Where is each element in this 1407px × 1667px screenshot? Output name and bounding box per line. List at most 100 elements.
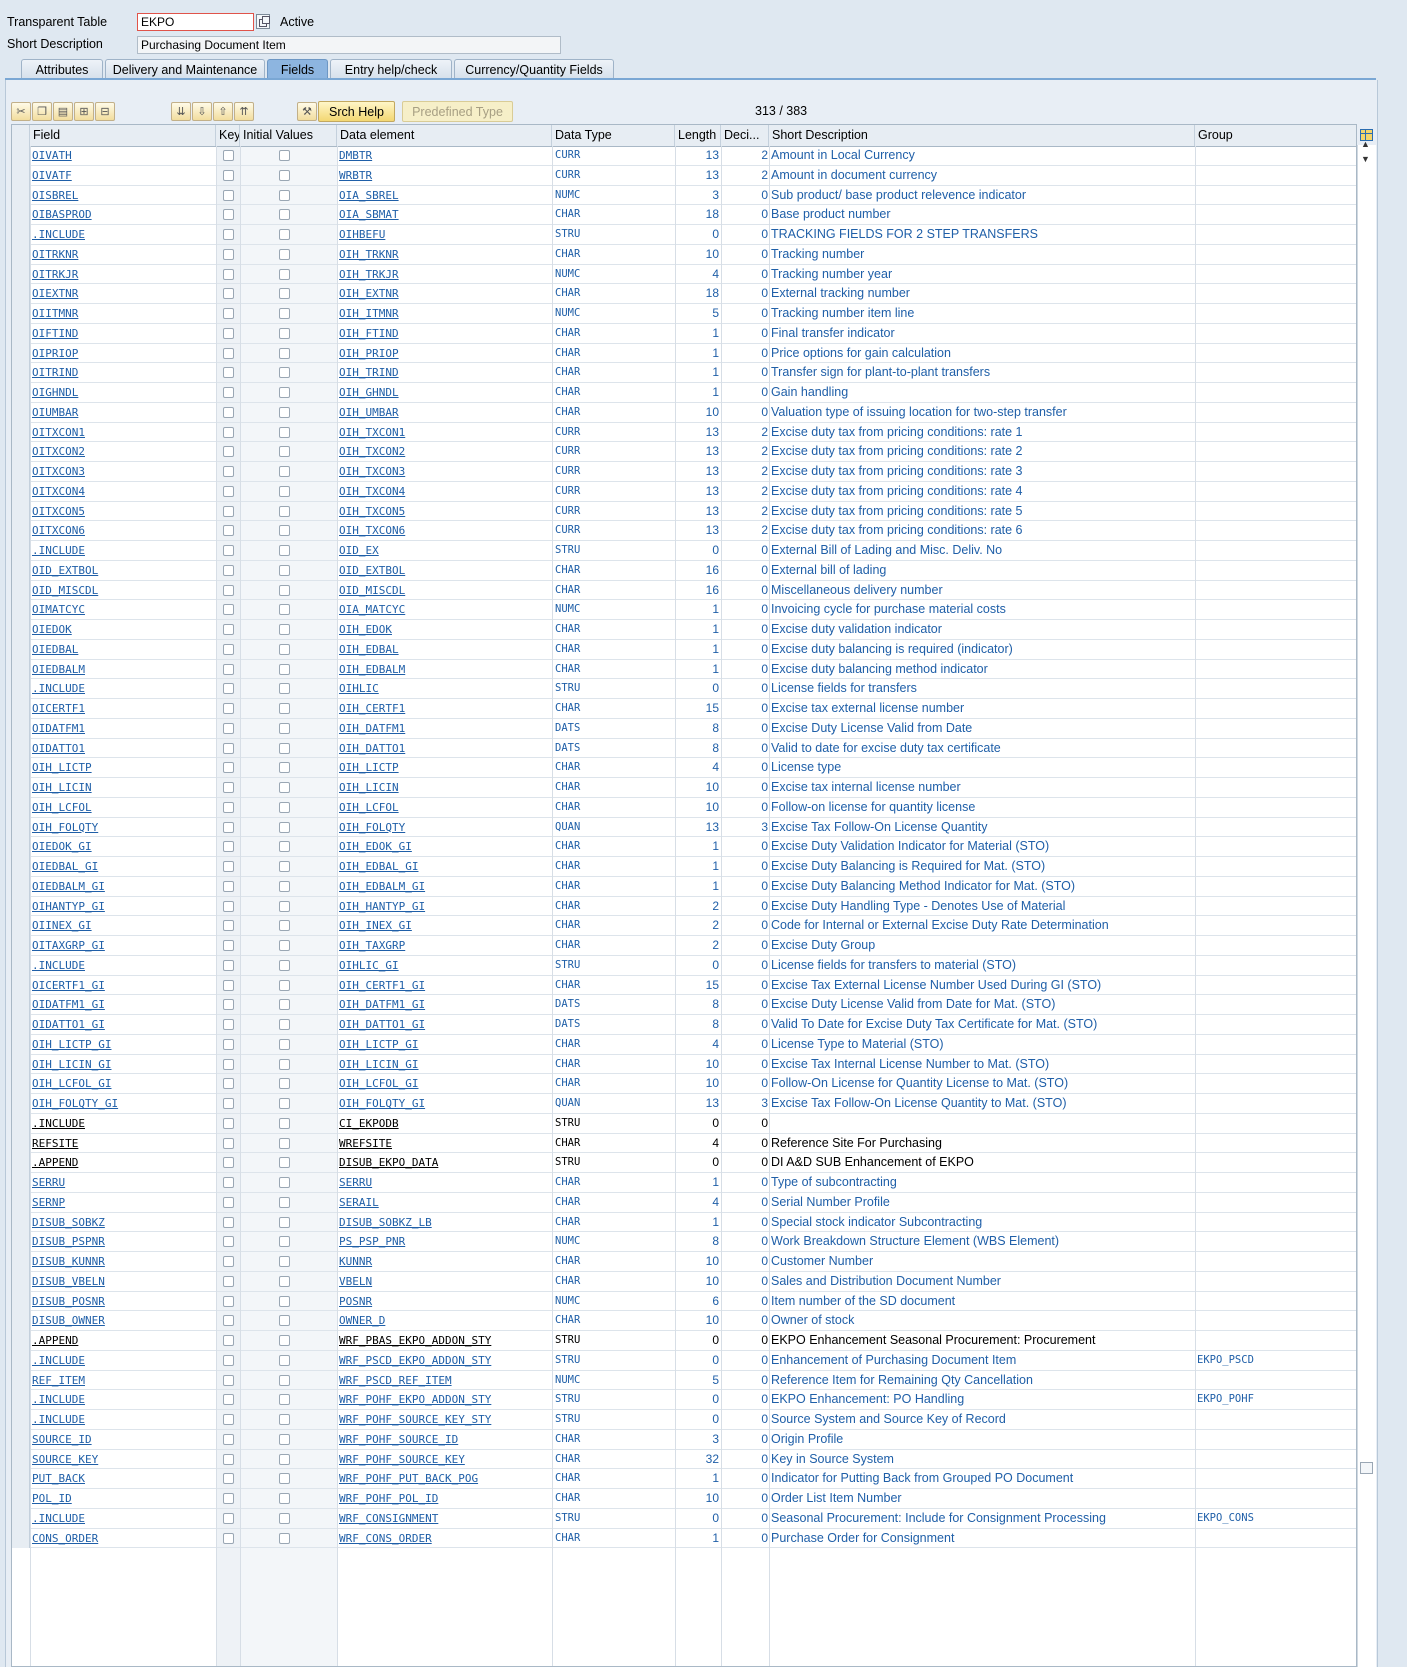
field-name[interactable]: OICERTF1_GI [30, 976, 216, 996]
row-selector[interactable] [12, 284, 30, 304]
delete-row-icon[interactable]: ⊟ [95, 102, 115, 121]
key-checkbox[interactable] [223, 1512, 234, 1524]
table-row[interactable]: OIITMNR OIH_ITMNR NUMC 5 0 Tracking number it… [12, 304, 1356, 324]
field-name[interactable]: SOURCE_ID [30, 1430, 216, 1450]
row-selector[interactable] [12, 1370, 30, 1391]
row-selector[interactable] [12, 1350, 30, 1371]
row-selector[interactable] [12, 1429, 30, 1450]
field-name[interactable]: SERNP [30, 1193, 216, 1213]
data-element[interactable]: OIH_LICIN [337, 778, 552, 798]
row-selector[interactable] [12, 323, 30, 344]
field-name[interactable]: OIVATH [30, 146, 216, 166]
table-row[interactable]: OITRIND OIH_TRIND CHAR 1 0 Transfer sign for … [12, 363, 1356, 383]
initial-values-checkbox[interactable] [279, 525, 290, 537]
data-element[interactable]: SERAIL [337, 1193, 552, 1213]
table-row[interactable]: OIINEX_GI OIH_INEX_GI CHAR 2 0 Code for Inter… [12, 916, 1356, 936]
row-selector[interactable] [12, 343, 30, 364]
data-element[interactable]: OIH_TRKJR [337, 265, 552, 285]
key-checkbox[interactable] [223, 683, 234, 695]
initial-values-checkbox[interactable] [279, 1058, 290, 1070]
row-selector[interactable] [12, 1133, 30, 1154]
data-element[interactable]: OIH_EDBAL_GI [337, 857, 552, 877]
field-name[interactable]: REFSITE [30, 1134, 216, 1154]
initial-values-checkbox[interactable] [279, 1078, 290, 1090]
initial-values-checkbox[interactable] [279, 900, 290, 912]
row-selector[interactable] [12, 481, 30, 502]
data-element[interactable]: OIH_PRIOP [337, 344, 552, 364]
field-name[interactable]: OISBREL [30, 186, 216, 206]
data-element[interactable]: DISUB_EKPO_DATA [337, 1153, 552, 1173]
column-decimals[interactable]: Deci... [721, 125, 769, 146]
row-selector[interactable] [12, 1508, 30, 1529]
row-selector[interactable] [12, 1153, 30, 1173]
data-element[interactable]: OIH_FOLQTY [337, 818, 552, 838]
row-selector[interactable] [12, 1410, 30, 1430]
key-checkbox[interactable] [223, 1374, 234, 1386]
row-selector[interactable] [12, 422, 30, 443]
table-row[interactable]: .INCLUDE CI_EKPODB STRU 0 0 [12, 1113, 1356, 1134]
field-name[interactable]: OIUMBAR [30, 403, 216, 423]
field-name[interactable]: .INCLUDE [30, 1410, 216, 1430]
data-element[interactable]: OIH_TXCON2 [337, 442, 552, 462]
data-element[interactable]: OID_EXTBOL [337, 561, 552, 581]
key-checkbox[interactable] [223, 1098, 234, 1109]
field-name[interactable]: DISUB_VBELN [30, 1272, 216, 1292]
field-name[interactable]: OIHANTYP_GI [30, 897, 216, 917]
table-row[interactable]: OIEDBAL OIH_EDBAL CHAR 1 0 Excise duty balanc… [12, 639, 1356, 660]
table-row[interactable]: .INCLUDE WRF_POHF_EKPO_ADDON_STY STRU 0 0 EKP… [12, 1390, 1356, 1410]
key-checkbox[interactable] [223, 367, 234, 379]
row-selector[interactable] [12, 936, 30, 956]
initial-values-checkbox[interactable] [279, 288, 290, 300]
initial-values-checkbox[interactable] [279, 959, 290, 971]
data-element[interactable]: WRF_POHF_PUT_BACK_POG [337, 1469, 552, 1489]
field-name[interactable]: OIPRIOP [30, 344, 216, 364]
table-row[interactable]: PUT_BACK WRF_POHF_PUT_BACK_POG CHAR 1 0 Indic… [12, 1469, 1356, 1489]
key-checkbox[interactable] [223, 1038, 234, 1050]
data-element[interactable]: OIH_TXCON4 [337, 482, 552, 502]
key-checkbox[interactable] [223, 979, 234, 991]
row-selector[interactable] [12, 1054, 30, 1075]
data-element[interactable]: OIA_MATCYC [337, 600, 552, 620]
field-name[interactable]: OIH_LICIN [30, 778, 216, 798]
data-element[interactable]: OIHBEFU [337, 225, 552, 245]
initial-values-checkbox[interactable] [279, 979, 290, 991]
key-checkbox[interactable] [223, 1295, 234, 1307]
data-element[interactable]: OIH_CERTF1_GI [337, 976, 552, 996]
row-selector[interactable] [12, 718, 30, 739]
column-length[interactable]: Length [675, 125, 721, 146]
row-selector[interactable] [12, 244, 30, 265]
data-element[interactable]: OIHLIC [337, 679, 552, 699]
field-name[interactable]: OIDATFM1 [30, 719, 216, 739]
field-name[interactable]: OID_EXTBOL [30, 561, 216, 581]
row-selector[interactable] [12, 1232, 30, 1252]
row-selector[interactable] [12, 501, 30, 522]
data-element[interactable]: WRF_POHF_SOURCE_ID [337, 1430, 552, 1450]
table-row[interactable]: OIEDBAL_GI OIH_EDBAL_GI CHAR 1 0 Excise Duty … [12, 857, 1356, 877]
data-element[interactable]: WRBTR [337, 166, 552, 186]
table-row[interactable]: SERRU SERRU CHAR 1 0 Type of subcontracting [12, 1173, 1356, 1193]
row-selector[interactable] [12, 639, 30, 660]
field-name[interactable]: OIMATCYC [30, 600, 216, 620]
row-selector[interactable] [12, 521, 30, 541]
data-element[interactable]: OIH_CERTF1 [337, 699, 552, 719]
field-name[interactable]: OITXCON3 [30, 462, 216, 482]
row-selector[interactable] [12, 462, 30, 482]
key-checkbox[interactable] [223, 150, 234, 161]
table-row[interactable]: OIH_LICIN_GI OIH_LICIN_GI CHAR 10 0 Excise Ta… [12, 1054, 1356, 1075]
row-selector[interactable] [12, 363, 30, 383]
data-element[interactable]: OID_MISCDL [337, 581, 552, 601]
table-row[interactable]: OIDATTO1_GI OIH_DATTO1_GI DATS 8 0 Valid To D… [12, 1015, 1356, 1035]
initial-values-checkbox[interactable] [279, 387, 290, 398]
row-selector[interactable] [12, 857, 30, 877]
data-element[interactable]: OIH_TXCON1 [337, 423, 552, 443]
data-element[interactable]: OIH_DATFM1_GI [337, 995, 552, 1015]
initial-values-checkbox[interactable] [279, 1532, 290, 1544]
table-row[interactable]: OIH_FOLQTY_GI OIH_FOLQTY_GI QUAN 13 3 Excise … [12, 1094, 1356, 1114]
initial-values-checkbox[interactable] [279, 1196, 290, 1208]
data-element[interactable]: OIH_TRIND [337, 363, 552, 383]
data-element[interactable]: POSNR [337, 1292, 552, 1312]
field-name[interactable]: OIH_LCFOL [30, 798, 216, 818]
field-name[interactable]: OITXCON6 [30, 521, 216, 541]
key-checkbox[interactable] [223, 1216, 234, 1228]
key-checkbox[interactable] [223, 584, 234, 596]
